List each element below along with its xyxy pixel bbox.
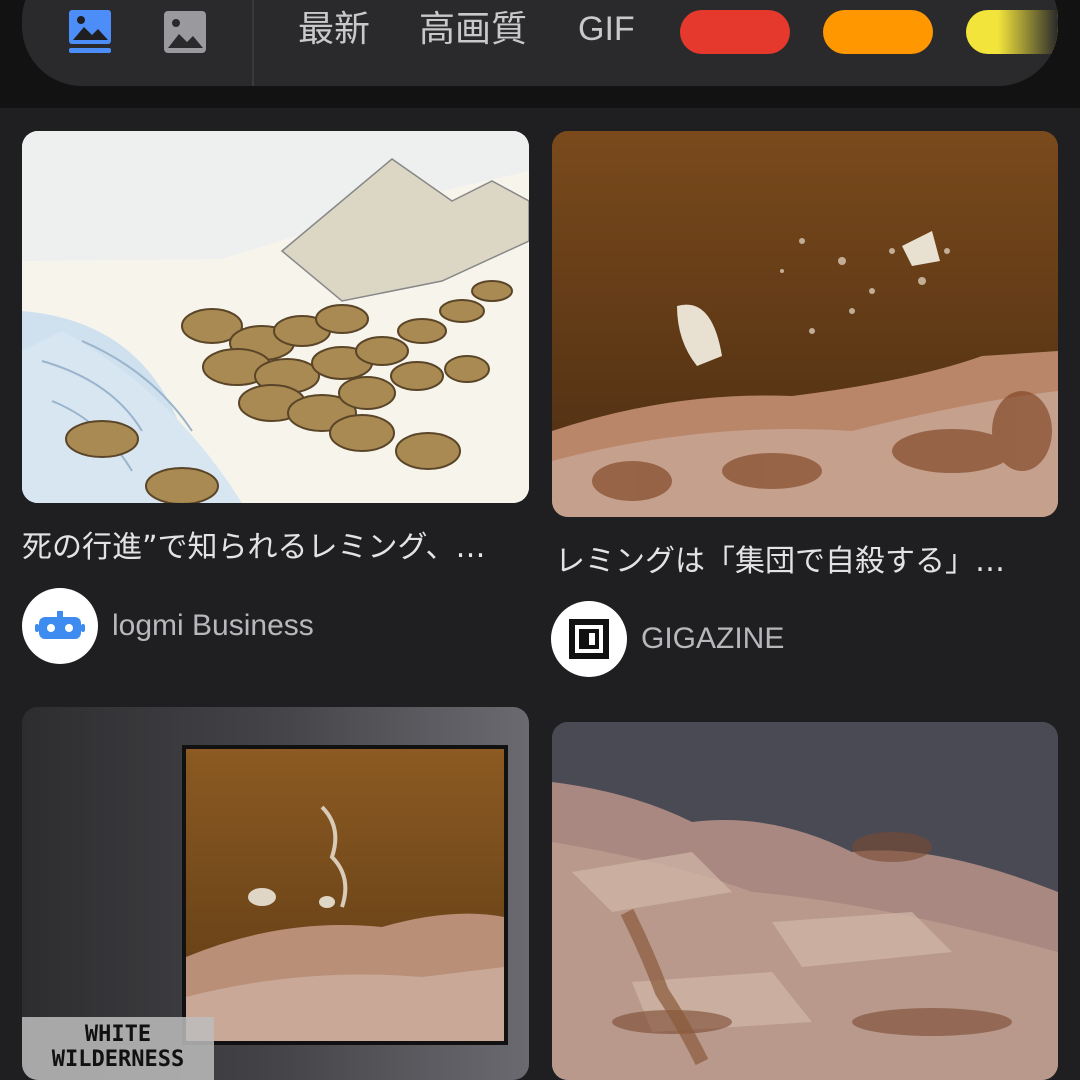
result-source-2[interactable]: GIGAZINE [551, 601, 784, 677]
robot-logo-icon [22, 588, 98, 664]
image-search-icon[interactable] [68, 10, 112, 54]
result-thumbnail-1[interactable] [22, 131, 529, 503]
scroll-fade [998, 0, 1058, 86]
color-filter-red[interactable] [680, 10, 790, 54]
overlay-line-2: WILDERNESS [51, 1047, 185, 1073]
result-caption-2[interactable]: レミングは「集団で自殺する」… [555, 544, 1055, 580]
result-source-1[interactable]: logmi Business [22, 588, 314, 664]
result-thumbnail-2[interactable] [552, 131, 1058, 517]
result-thumbnail-3[interactable]: WHITE WILDERNESS [22, 707, 529, 1080]
filter-bar: 最新 高画質 GIF [0, 0, 1080, 108]
filter-chip-gif[interactable]: GIF [578, 12, 635, 46]
divider [252, 0, 254, 86]
overlay-caption: WHITE WILDERNESS [22, 1022, 214, 1073]
result-thumbnail-4[interactable] [552, 722, 1058, 1080]
result-caption-1[interactable]: 死の行進”で知られるレミング、… [22, 530, 529, 566]
gigazine-logo-icon [551, 601, 627, 677]
filter-pill: 最新 高画質 GIF [22, 0, 1058, 86]
color-filter-orange[interactable] [823, 10, 933, 54]
overlay-line-1: WHITE [84, 1022, 152, 1047]
source-name: logmi Business [112, 609, 314, 642]
filter-chip-high-quality[interactable]: 高画質 [419, 12, 527, 48]
image-icon[interactable] [163, 10, 207, 54]
filter-chip-latest[interactable]: 最新 [298, 12, 370, 48]
source-name: GIGAZINE [641, 622, 785, 655]
